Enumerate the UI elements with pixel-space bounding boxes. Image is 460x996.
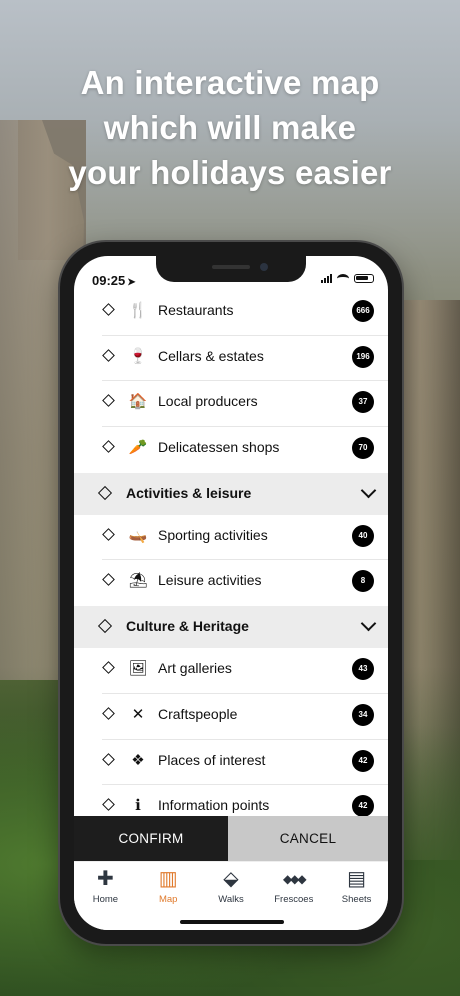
diamond-checkbox-icon[interactable] xyxy=(102,661,115,674)
info-icon: ℹ xyxy=(135,797,141,815)
list-item-restaurants[interactable]: 🍴 Restaurants 666 xyxy=(102,290,388,336)
tab-home[interactable]: ✚ Home xyxy=(74,862,137,930)
headline-line-1: An interactive map xyxy=(80,64,380,101)
diamond-checkbox-icon[interactable] xyxy=(102,706,115,720)
confirm-button[interactable]: CONFIRM xyxy=(74,816,228,861)
map-icon: ▥ xyxy=(158,868,178,890)
count-badge: 40 xyxy=(352,524,374,547)
diamond-checkbox-icon[interactable] xyxy=(97,485,113,500)
list-item-label: Information points xyxy=(158,797,270,814)
fork-knife-icon: 🍴 xyxy=(128,302,148,319)
diamond-checkbox-icon[interactable] xyxy=(102,573,115,587)
carrot-icon: 🥕 xyxy=(128,439,148,457)
count-badge: 34 xyxy=(352,703,374,726)
signal-icon xyxy=(321,273,332,283)
count-badge: 196 xyxy=(352,345,374,368)
parasol-icon: ⛱ xyxy=(128,572,148,590)
battery-icon xyxy=(354,273,374,283)
status-icons xyxy=(321,273,374,283)
walks-icon: ⬙ xyxy=(223,868,239,890)
shop-icon: 🏠 xyxy=(128,393,148,411)
list-item-craftspeople[interactable]: ✕ Craftspeople 34 xyxy=(102,694,388,740)
chevron-down-icon[interactable] xyxy=(360,615,377,632)
tab-label: Walks xyxy=(218,894,244,905)
list-item-delicatessen[interactable]: 🥕 Delicatessen shops 70 xyxy=(102,427,388,473)
status-time-text: 09:25 xyxy=(92,273,126,288)
list-item-leisure[interactable]: ⛱ Leisure activities 8 xyxy=(102,560,388,606)
list-item-local-producers[interactable]: 🏠 Local producers 37 xyxy=(102,381,388,428)
list-item-cellars[interactable]: 🍷 Cellars & estates 196 xyxy=(102,336,388,382)
count-badge: 43 xyxy=(352,658,374,681)
home-indicator xyxy=(180,920,284,924)
promo-headline: An interactive map which will make your … xyxy=(0,60,460,195)
list-item-sporting[interactable]: 🛶 Sporting activities 40 xyxy=(102,515,388,561)
count-badge: 42 xyxy=(352,749,374,772)
diamond-checkbox-icon[interactable] xyxy=(102,348,115,362)
count-badge: 37 xyxy=(352,391,374,414)
wine-bottle-icon: 🍷 xyxy=(128,347,148,365)
diamond-checkbox-icon[interactable] xyxy=(102,303,115,316)
chevron-down-icon[interactable] xyxy=(360,482,377,499)
section-activities-leisure[interactable]: Activities & leisure xyxy=(74,472,388,515)
list-item-label: Restaurants xyxy=(158,302,234,318)
list-item-label: Art galleries xyxy=(158,660,232,677)
frescoes-icon: ◆◆◆ xyxy=(282,872,307,886)
list-item-label: Delicatessen shops xyxy=(158,439,280,456)
diamond-checkbox-icon[interactable] xyxy=(102,440,115,453)
headline-line-2: which will make xyxy=(103,109,357,146)
phone-screen: 09:25 ➤ 🍴 Restaurants 666 🍷 Cellars & est… xyxy=(74,256,388,930)
diamond-checkbox-icon[interactable] xyxy=(102,527,115,541)
canoe-icon: 🛶 xyxy=(128,526,148,544)
list-item-label: Sporting activities xyxy=(158,526,268,543)
crossed-tools-icon: ✕ xyxy=(131,705,145,723)
tab-label: Map xyxy=(158,894,178,905)
list-item-label: Leisure activities xyxy=(158,572,262,589)
diamond-checkbox-icon[interactable] xyxy=(97,619,113,634)
cross-icon: ✚ xyxy=(97,868,114,890)
section-title: Activities & leisure xyxy=(126,484,252,501)
tab-label: Frescoes xyxy=(274,894,314,905)
diamond-checkbox-icon[interactable] xyxy=(102,752,115,766)
status-time: 09:25 ➤ xyxy=(92,273,136,288)
list-item-label: Local producers xyxy=(158,393,258,410)
speaker-grille xyxy=(212,265,250,269)
count-badge: 42 xyxy=(352,795,374,818)
list-item-label: Places of interest xyxy=(158,751,266,768)
diamond-checkbox-icon[interactable] xyxy=(102,394,115,408)
front-camera xyxy=(260,263,268,271)
cancel-button[interactable]: CANCEL xyxy=(228,816,388,861)
list-item-label: Cellars & estates xyxy=(158,347,264,364)
notch xyxy=(156,256,306,282)
sheets-icon: ▤ xyxy=(347,868,367,890)
category-list: 🍴 Restaurants 666 🍷 Cellars & estates 19… xyxy=(74,290,388,818)
place-pin-icon: ❖ xyxy=(131,751,145,769)
list-item-art-galleries[interactable]: 🖼 Art galleries 43 xyxy=(102,648,388,694)
tab-label: Sheets xyxy=(341,894,372,905)
location-arrow-icon: ➤ xyxy=(127,277,136,288)
count-badge: 666 xyxy=(352,300,374,322)
section-title: Culture & Heritage xyxy=(126,618,249,635)
frame-icon: 🖼 xyxy=(128,660,148,678)
phone-frame: 09:25 ➤ 🍴 Restaurants 666 🍷 Cellars & est… xyxy=(60,242,402,944)
count-badge: 70 xyxy=(352,437,374,460)
list-item-label: Craftspeople xyxy=(158,705,238,722)
headline-line-3: your holidays easier xyxy=(68,154,392,191)
tab-label: Home xyxy=(92,894,119,905)
list-item-places-of-interest[interactable]: ❖ Places of interest 42 xyxy=(102,740,388,786)
section-culture-heritage[interactable]: Culture & Heritage xyxy=(74,606,388,649)
action-bar: CONFIRM CANCEL xyxy=(74,816,388,861)
count-badge: 8 xyxy=(352,570,374,593)
tab-sheets[interactable]: ▤ Sheets xyxy=(325,862,388,930)
diamond-checkbox-icon[interactable] xyxy=(102,798,115,812)
wifi-icon xyxy=(337,273,349,283)
